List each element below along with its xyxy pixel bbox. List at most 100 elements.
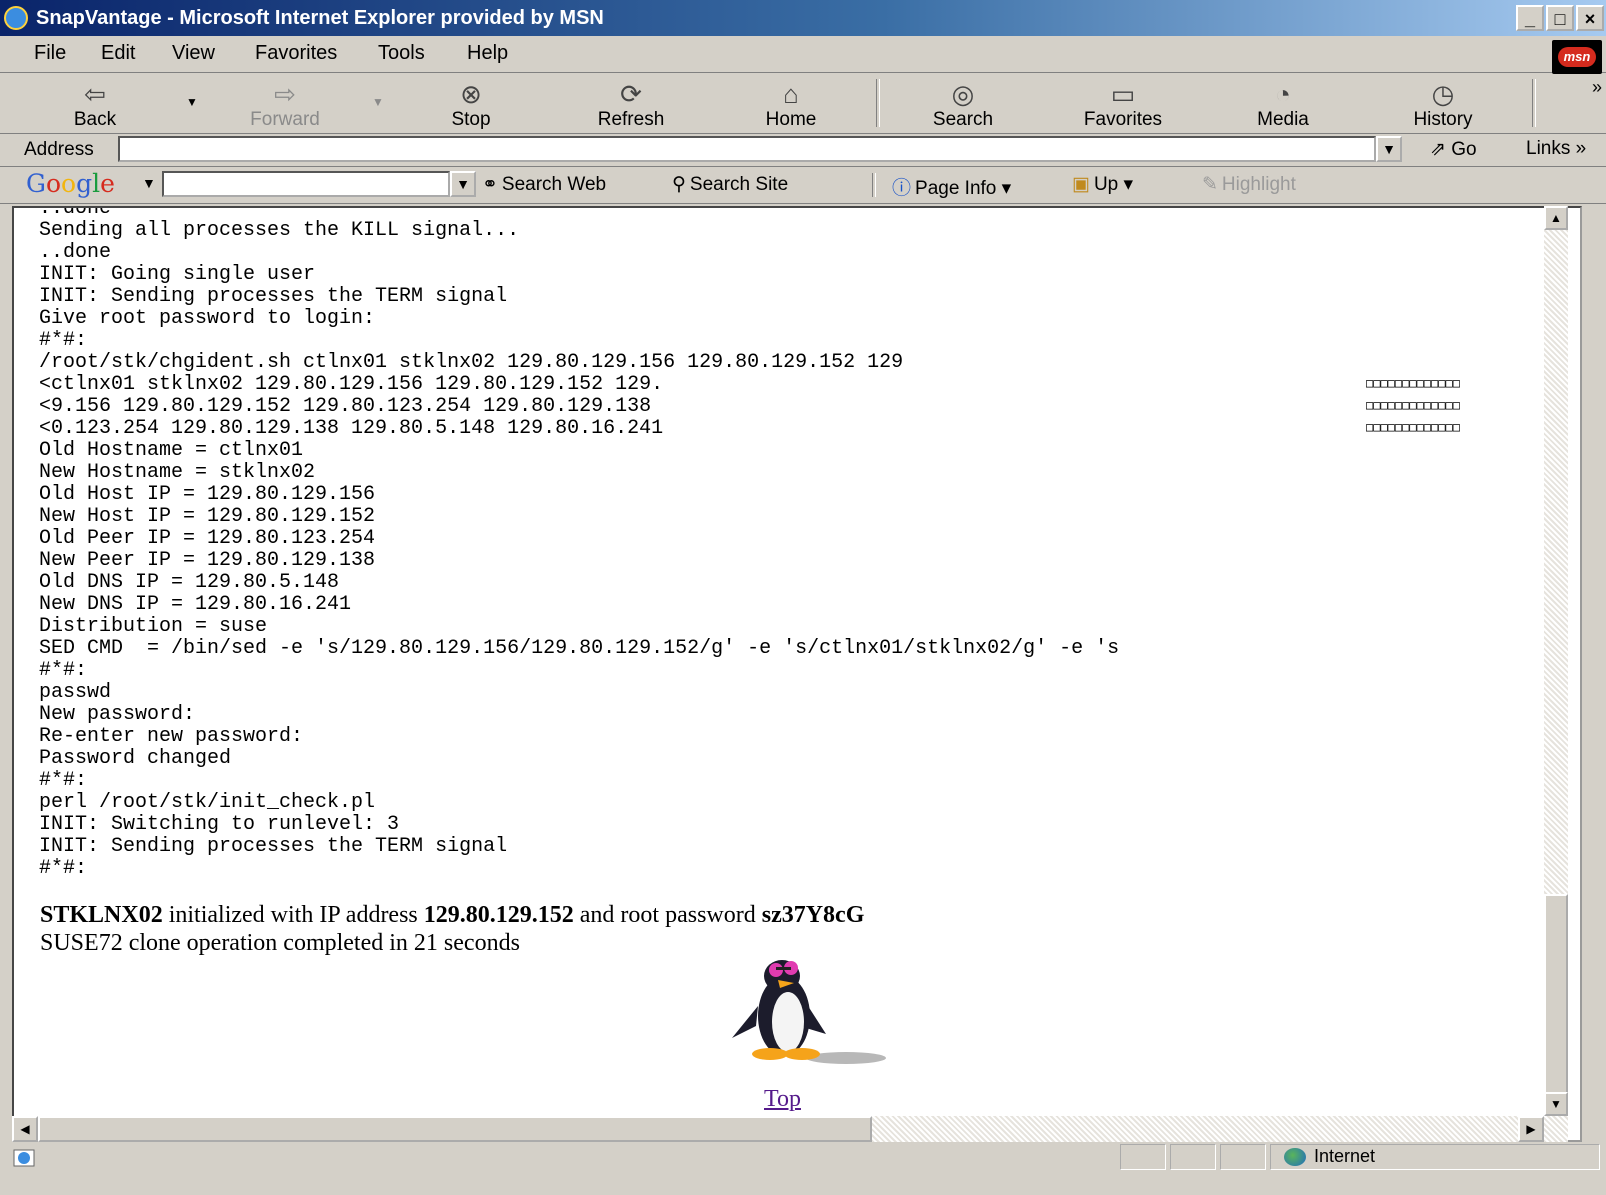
media-icon: ◔ — [1275, 79, 1291, 109]
completion-message: SUSE72 clone operation completed in 21 s… — [40, 930, 520, 956]
root-password: sz37Y8cG — [761, 902, 865, 928]
back-dropdown-icon[interactable]: ▼ — [186, 95, 198, 109]
vertical-scrollbar[interactable]: ▲ ▼ — [1544, 206, 1568, 1142]
home-label: Home — [765, 109, 817, 130]
up-button[interactable]: ▣ Up ▾ — [1072, 173, 1133, 196]
search-icon: ◎ — [951, 79, 975, 109]
forward-dropdown-icon[interactable]: ▼ — [372, 95, 384, 109]
ie-icon — [4, 6, 28, 30]
menu-favorites[interactable]: Favorites — [255, 42, 337, 65]
forward-arrow-icon: ⇨ — [274, 79, 296, 109]
go-button[interactable]: ⇗ Go — [1430, 138, 1477, 161]
search-site-icon: ⚲ — [672, 174, 686, 195]
top-link[interactable]: Top — [764, 1086, 801, 1113]
forward-label: Forward — [250, 109, 320, 130]
page-content: ..done Sending all processes the KILL si… — [12, 206, 1582, 1142]
home-button[interactable]: ⌂ Home — [736, 75, 846, 131]
forward-button[interactable]: ⇨ Forward — [230, 75, 340, 131]
status-panel — [1120, 1144, 1166, 1170]
menu-bar: File Edit View Favorites Tools Help — [0, 36, 1606, 73]
minimize-button[interactable]: _ — [1516, 5, 1544, 31]
menu-file[interactable]: File — [34, 42, 66, 65]
favorites-label: Favorites — [1083, 109, 1163, 130]
google-search-input[interactable] — [162, 171, 450, 197]
back-button[interactable]: ⇦ Back — [40, 75, 150, 131]
search-site-button[interactable]: ⚲ Search Site — [672, 173, 788, 196]
links-button[interactable]: Links » — [1526, 138, 1586, 160]
go-label: Go — [1451, 139, 1477, 160]
media-button[interactable]: ◔ Media — [1228, 75, 1338, 131]
search-web-button[interactable]: ⚭ Search Web — [482, 173, 606, 196]
favorites-button[interactable]: ▭ Favorites — [1068, 75, 1178, 131]
search-site-label: Search Site — [689, 174, 789, 195]
page-info-label: Page Info — [915, 178, 997, 199]
status-bar: Internet — [0, 1144, 1606, 1195]
info-icon: ⓘ — [892, 178, 912, 199]
address-dropdown-icon[interactable]: ▼ — [1376, 136, 1402, 162]
toolbar-separator — [876, 79, 880, 127]
media-label: Media — [1257, 109, 1309, 130]
toolbar-chevron-icon[interactable]: » — [1592, 77, 1602, 98]
security-zone: Internet — [1284, 1146, 1375, 1167]
stop-button[interactable]: ⊗ Stop — [416, 75, 526, 131]
scroll-right-arrow-icon[interactable]: ▶ — [1518, 1116, 1544, 1142]
search-label: Search — [932, 109, 994, 130]
google-toolbar: Google ▼ ▼ ⚭ Search Web ⚲ Search Site ⓘ Pag… — [0, 167, 1606, 204]
status-panel — [1220, 1144, 1266, 1170]
google-logo[interactable]: Google — [26, 169, 115, 198]
folder-up-icon: ▣ — [1072, 174, 1090, 195]
highlighter-icon: ✎ — [1202, 174, 1218, 195]
console-output: ..done Sending all processes the KILL si… — [39, 206, 1120, 880]
menu-edit[interactable]: Edit — [101, 42, 135, 65]
history-label: History — [1413, 109, 1473, 130]
menu-help[interactable]: Help — [467, 42, 508, 65]
history-icon: ◷ — [1431, 79, 1455, 109]
refresh-label: Refresh — [597, 109, 665, 130]
google-search-dropdown-icon[interactable]: ▼ — [450, 171, 476, 197]
search-web-label: Search Web — [501, 174, 607, 195]
up-label: Up — [1093, 174, 1119, 195]
links-label: Links — [1526, 138, 1571, 159]
zone-label: Internet — [1314, 1146, 1376, 1166]
menu-view[interactable]: View — [172, 42, 215, 65]
back-label: Back — [73, 109, 117, 130]
back-arrow-icon: ⇦ — [84, 79, 106, 109]
toolbar-separator — [1532, 79, 1536, 127]
msn-logo[interactable]: msn — [1552, 40, 1602, 74]
window-controls: _ □ × — [1516, 5, 1604, 31]
horizontal-scrollbar[interactable]: ◀ ▶ — [12, 1116, 1544, 1142]
highlight-button[interactable]: ✎ Highlight — [1202, 173, 1296, 196]
address-label: Address — [24, 139, 94, 160]
refresh-button[interactable]: ⟳ Refresh — [576, 75, 686, 131]
internet-globe-icon — [1284, 1148, 1306, 1167]
horizontal-scroll-thumb[interactable] — [38, 1116, 872, 1142]
stop-icon: ⊗ — [460, 79, 482, 109]
close-button[interactable]: × — [1576, 5, 1604, 31]
tux-penguin-image — [732, 960, 886, 1064]
history-button[interactable]: ◷ History — [1388, 75, 1498, 131]
page-status-icon — [12, 1147, 38, 1169]
favorites-folder-icon: ▭ — [1110, 79, 1136, 109]
menu-tools[interactable]: Tools — [378, 42, 425, 65]
refresh-icon: ⟳ — [620, 79, 642, 109]
address-bar: Address ▼ ⇗ Go Links » — [0, 134, 1606, 167]
stop-label: Stop — [451, 109, 491, 130]
highlight-label: Highlight — [1221, 174, 1296, 195]
clone-summary: STKLNX02 initialized with IP address 129… — [40, 902, 864, 929]
page-info-button[interactable]: ⓘ Page Info ▾ — [892, 173, 1011, 200]
go-arrow-icon: ⇗ — [1430, 139, 1446, 160]
status-panel — [1170, 1144, 1216, 1170]
google-menu-caret-icon[interactable]: ▼ — [142, 175, 156, 191]
scroll-left-arrow-icon[interactable]: ◀ — [12, 1116, 38, 1142]
home-icon: ⌂ — [783, 79, 799, 109]
binoculars-icon: ⚭ — [482, 174, 498, 195]
summary-text-1: initialized with IP address — [162, 902, 424, 928]
maximize-button[interactable]: □ — [1546, 5, 1574, 31]
msn-logo-text: msn — [1558, 47, 1596, 67]
search-button[interactable]: ◎ Search — [908, 75, 1018, 131]
vertical-scroll-thumb[interactable] — [1544, 894, 1568, 1094]
summary-text-2: and root password — [573, 902, 762, 928]
scroll-down-arrow-icon[interactable]: ▼ — [1544, 1092, 1568, 1116]
address-input[interactable] — [118, 136, 1376, 162]
scroll-up-arrow-icon[interactable]: ▲ — [1544, 206, 1568, 230]
